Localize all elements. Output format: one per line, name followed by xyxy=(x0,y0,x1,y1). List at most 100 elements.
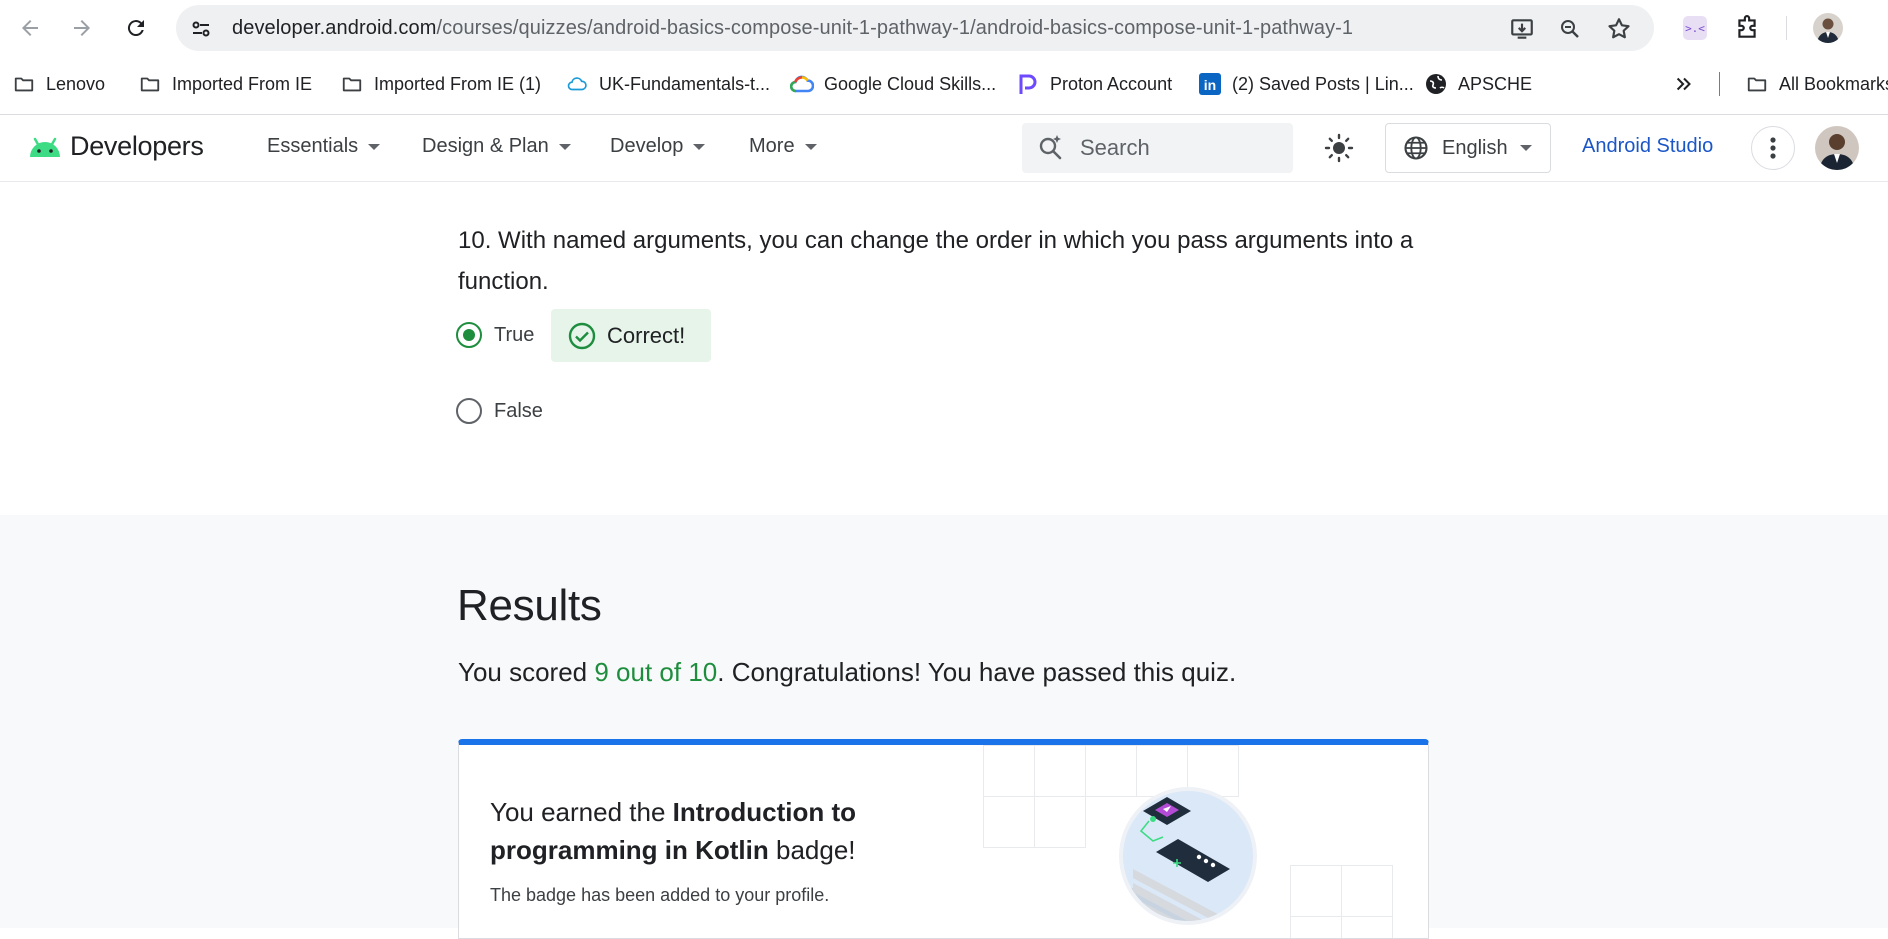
bookmark-label: Google Cloud Skills... xyxy=(824,73,997,94)
badge-suffix: badge! xyxy=(768,835,856,865)
caret-down-icon xyxy=(558,143,571,150)
score-value: 9 out of 10 xyxy=(594,657,718,687)
caret-down-icon xyxy=(693,143,706,150)
option-label: False xyxy=(494,399,543,422)
nav-label: More xyxy=(749,135,795,157)
correct-feedback: Correct! xyxy=(551,309,711,362)
language-label: English xyxy=(1442,136,1508,159)
nav-develop[interactable]: Develop xyxy=(610,135,706,158)
kotlin-badge-image xyxy=(1119,787,1257,925)
folder-icon xyxy=(340,72,364,96)
bookmark-imported-from-ie[interactable]: Imported From IE xyxy=(138,70,312,98)
reload-button[interactable] xyxy=(120,12,152,44)
google-cloud-icon xyxy=(790,72,814,96)
forward-arrow-icon xyxy=(74,20,90,36)
theme-toggle-sun-icon[interactable] xyxy=(1322,131,1356,165)
back-arrow-icon xyxy=(22,20,38,36)
bookmark-google-cloud-skills[interactable]: Google Cloud Skills... xyxy=(790,70,996,98)
question-number: 10. xyxy=(458,227,492,254)
bookmark-label: Imported From IE (1) xyxy=(374,73,542,94)
cloud-icon xyxy=(565,72,589,96)
site-header: Developers Essentials Design & Plan Deve… xyxy=(0,115,1888,182)
feedback-label: Correct! xyxy=(607,322,686,348)
browser-toolbar: developer.android.com/courses/quizzes/an… xyxy=(0,0,1888,56)
badge-note: The badge has been added to your profile… xyxy=(490,885,830,905)
developers-logo[interactable]: Developers xyxy=(28,131,204,162)
badge-prefix: You earned the xyxy=(490,797,673,827)
check-circle-icon xyxy=(568,322,596,349)
nav-label: Design & Plan xyxy=(422,135,549,157)
badge-card: You earned the Introduction to programmi… xyxy=(458,739,1429,939)
bookmark-label: (2) Saved Posts | Lin... xyxy=(1232,73,1414,94)
zoom-icon[interactable] xyxy=(1557,16,1583,42)
globe-dark-icon xyxy=(1424,72,1448,96)
proton-icon xyxy=(1016,72,1040,96)
logo-text: Developers xyxy=(70,131,204,161)
score-summary: You scored 9 out of 10. Congratulations!… xyxy=(458,657,1236,688)
caret-down-icon xyxy=(368,143,381,150)
score-prefix: You scored xyxy=(458,657,595,687)
option-true[interactable]: True xyxy=(456,322,534,348)
bookmark-label: Imported From IE xyxy=(172,73,313,94)
url-path: /courses/quizzes/android-basics-compose-… xyxy=(436,16,1354,39)
url-text: developer.android.com/courses/quizzes/an… xyxy=(232,17,1353,40)
bookmark-lenovo[interactable]: Lenovo xyxy=(12,70,105,98)
folder-icon xyxy=(1745,72,1769,96)
bookmark-label: All Bookmarks xyxy=(1779,73,1888,94)
folder-icon xyxy=(138,72,162,96)
android-studio-link[interactable]: Android Studio xyxy=(1582,135,1713,158)
bookmark-uk-fundamentals[interactable]: UK-Fundamentals-t... xyxy=(565,70,770,98)
nav-label: Essentials xyxy=(267,135,359,157)
search-sparkle-icon xyxy=(1039,135,1062,160)
option-label: True xyxy=(494,323,535,346)
bookmark-proton-account[interactable]: Proton Account xyxy=(1016,70,1172,98)
linkedin-icon: in xyxy=(1198,72,1222,96)
bookmark-label: Proton Account xyxy=(1050,73,1173,94)
nav-more[interactable]: More xyxy=(749,135,817,158)
radio-selected[interactable] xyxy=(456,322,482,348)
bookmark-imported-from-ie-1[interactable]: Imported From IE (1) xyxy=(340,70,541,98)
bookmark-label: APSCHE xyxy=(1458,73,1533,94)
install-app-icon[interactable] xyxy=(1509,16,1535,42)
language-selector[interactable]: English xyxy=(1385,123,1551,173)
svg-text:in: in xyxy=(1204,77,1216,93)
more-bookmarks-chevron-icon[interactable] xyxy=(1673,70,1695,98)
toolbar-separator xyxy=(1786,16,1787,40)
all-bookmarks-folder[interactable]: All Bookmarks xyxy=(1745,70,1888,98)
bookmark-apsche[interactable]: APSCHE xyxy=(1424,70,1532,98)
search-input[interactable]: Search xyxy=(1022,123,1293,173)
user-avatar[interactable] xyxy=(1815,126,1859,170)
score-suffix: . Congratulations! You have passed this … xyxy=(717,657,1237,687)
radio-unselected[interactable] xyxy=(456,398,482,424)
bookmark-label: Lenovo xyxy=(46,73,106,94)
caret-down-icon xyxy=(804,143,817,150)
android-head-icon xyxy=(30,137,60,157)
caret-down-icon xyxy=(1519,145,1532,151)
extensions-puzzle-icon[interactable] xyxy=(1732,13,1762,43)
svg-text:>.<: >.< xyxy=(1685,22,1705,35)
nav-design-plan[interactable]: Design & Plan xyxy=(422,135,571,158)
bookmark-label: UK-Fundamentals-t... xyxy=(599,73,771,94)
folder-icon xyxy=(12,72,36,96)
profile-avatar-icon[interactable] xyxy=(1813,13,1843,43)
badge-earned-text: You earned the Introduction to programmi… xyxy=(490,793,930,869)
forward-button[interactable] xyxy=(66,12,98,44)
address-bar[interactable]: developer.android.com/courses/quizzes/an… xyxy=(176,5,1654,51)
results-section: Results You scored 9 out of 10. Congratu… xyxy=(0,515,1888,939)
nav-label: Develop xyxy=(610,135,684,157)
back-button[interactable] xyxy=(14,12,46,44)
url-host: developer.android.com xyxy=(232,16,437,39)
search-placeholder: Search xyxy=(1080,135,1150,160)
option-false[interactable]: False xyxy=(456,398,543,424)
reload-icon xyxy=(127,20,144,37)
results-title: Results xyxy=(457,581,602,630)
site-info-icon[interactable] xyxy=(188,16,214,42)
more-options-icon[interactable] xyxy=(1751,126,1795,170)
globe-icon xyxy=(1404,136,1428,160)
bookmarks-separator xyxy=(1719,72,1720,96)
nav-essentials[interactable]: Essentials xyxy=(267,135,381,158)
bookmark-linkedin-saved-posts[interactable]: in (2) Saved Posts | Lin... xyxy=(1198,70,1414,98)
bookmark-star-icon[interactable] xyxy=(1606,16,1632,42)
extension-icon[interactable]: >.< xyxy=(1680,13,1710,43)
question-text: 10. With named arguments, you can change… xyxy=(458,220,1434,302)
